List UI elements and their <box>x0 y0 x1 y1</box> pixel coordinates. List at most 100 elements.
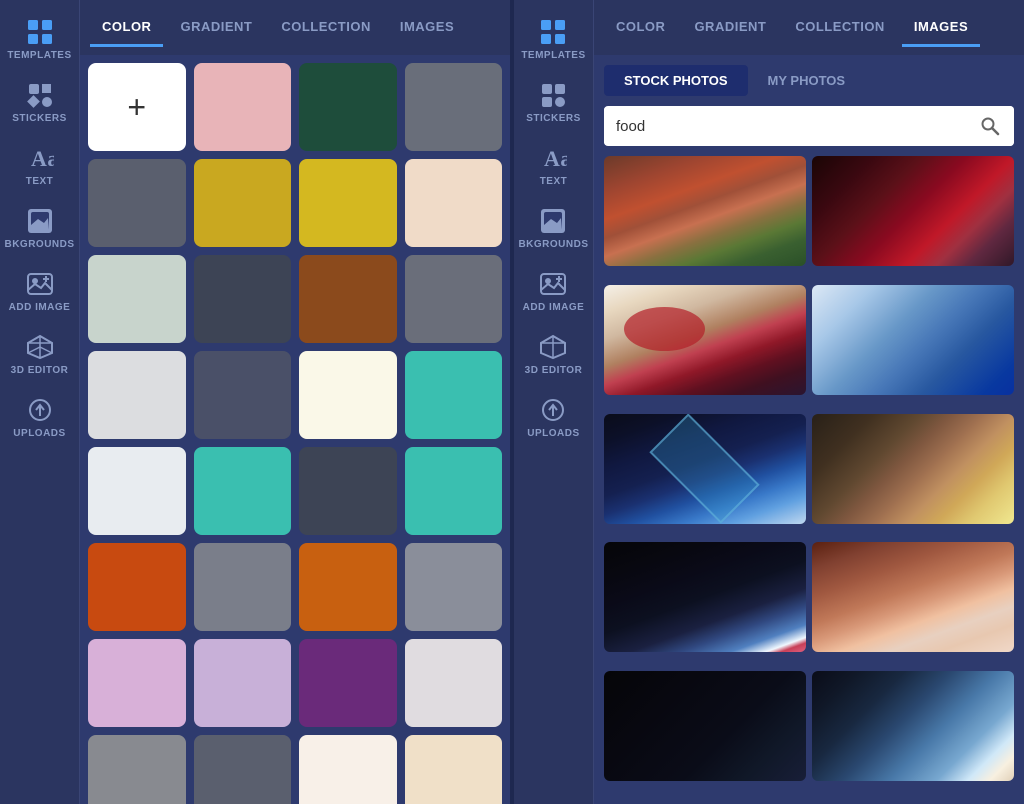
right-sidebar-item-templates[interactable]: TEMPLATES <box>513 8 593 71</box>
photo-card[interactable] <box>604 542 806 652</box>
right-sidebar: TEMPLATES STICKERS Aa TEXT <box>514 0 594 804</box>
left-top-nav: COLOR GRADIENT COLLECTION IMAGES <box>80 0 510 55</box>
color-swatch[interactable] <box>88 543 186 631</box>
color-swatch[interactable] <box>194 639 292 727</box>
left-tab-collection[interactable]: COLLECTION <box>269 9 383 47</box>
right-3d-editor-icon <box>539 333 567 361</box>
color-swatch[interactable] <box>299 447 397 535</box>
right-sidebar-item-backgrounds[interactable]: BKGROUNDS <box>513 197 593 260</box>
right-sidebar-stickers-label: STICKERS <box>526 113 581 124</box>
color-swatch[interactable] <box>194 63 292 151</box>
sidebar-item-templates[interactable]: TEMPLATES <box>0 8 80 71</box>
left-tab-images[interactable]: IMAGES <box>388 9 466 47</box>
photo-card[interactable] <box>812 156 1014 266</box>
color-swatch[interactable] <box>299 255 397 343</box>
right-main-content: COLOR GRADIENT COLLECTION IMAGES STOCK P… <box>594 0 1024 804</box>
right-tab-gradient[interactable]: GRADIENT <box>682 9 778 47</box>
photo-card[interactable] <box>604 285 806 395</box>
right-sidebar-item-3d-editor[interactable]: 3D EDITOR <box>513 323 593 386</box>
color-swatch[interactable] <box>405 255 503 343</box>
color-swatch[interactable] <box>194 351 292 439</box>
right-sidebar-item-stickers[interactable]: STICKERS <box>513 71 593 134</box>
photo-card[interactable] <box>604 414 806 524</box>
right-sidebar-item-text[interactable]: Aa TEXT <box>513 134 593 197</box>
right-sidebar-backgrounds-label: BKGROUNDS <box>518 239 588 250</box>
sidebar-item-3d-editor[interactable]: 3D EDITOR <box>0 323 80 386</box>
text-icon: Aa <box>26 144 54 172</box>
color-swatch[interactable] <box>88 255 186 343</box>
right-tab-images[interactable]: IMAGES <box>902 9 980 47</box>
photo-card[interactable] <box>812 285 1014 395</box>
templates-icon <box>26 18 54 46</box>
color-swatch[interactable] <box>405 159 503 247</box>
sidebar-item-backgrounds[interactable]: BKGROUNDS <box>0 197 80 260</box>
photo-tabs: STOCK PHOTOS MY PHOTOS <box>594 55 1024 96</box>
left-tab-color[interactable]: COLOR <box>90 9 163 47</box>
color-swatch[interactable] <box>88 447 186 535</box>
sidebar-item-stickers[interactable]: STICKERS <box>0 71 80 134</box>
color-swatch[interactable] <box>299 543 397 631</box>
sidebar-item-uploads[interactable]: UPLOADS <box>0 386 80 449</box>
color-swatch[interactable] <box>88 735 186 804</box>
backgrounds-icon <box>26 207 54 235</box>
color-grid: + <box>88 63 502 804</box>
add-color-swatch[interactable]: + <box>88 63 186 151</box>
color-swatch[interactable] <box>194 255 292 343</box>
color-swatch[interactable] <box>299 159 397 247</box>
sidebar-item-add-image[interactable]: ADD IMAGE <box>0 260 80 323</box>
left-sidebar: TEMPLATES STICKERS Aa TEXT <box>0 0 80 804</box>
color-grid-container: + <box>80 55 510 804</box>
right-tab-color[interactable]: COLOR <box>604 9 677 47</box>
color-swatch[interactable] <box>88 639 186 727</box>
right-templates-icon <box>539 18 567 46</box>
color-swatch[interactable] <box>405 351 503 439</box>
left-panel: TEMPLATES STICKERS Aa TEXT <box>0 0 510 804</box>
right-text-icon: Aa <box>539 144 567 172</box>
right-panel: TEMPLATES STICKERS Aa TEXT <box>514 0 1024 804</box>
sidebar-item-text-label: TEXT <box>26 176 54 187</box>
color-swatch[interactable] <box>299 351 397 439</box>
stickers-icon <box>26 81 54 109</box>
stock-photos-tab[interactable]: STOCK PHOTOS <box>604 65 748 96</box>
color-swatch[interactable] <box>88 351 186 439</box>
search-button[interactable] <box>966 106 1014 146</box>
photo-card[interactable] <box>812 542 1014 652</box>
right-sidebar-add-image-label: ADD IMAGE <box>523 302 585 313</box>
photo-card[interactable] <box>604 671 806 781</box>
search-input[interactable] <box>604 108 966 145</box>
photo-card[interactable] <box>812 414 1014 524</box>
uploads-icon <box>26 396 54 424</box>
color-swatch[interactable] <box>405 447 503 535</box>
sidebar-item-templates-label: TEMPLATES <box>7 50 71 61</box>
photo-grid <box>594 156 1024 804</box>
left-main-content: COLOR GRADIENT COLLECTION IMAGES + <box>80 0 510 804</box>
color-swatch[interactable] <box>299 735 397 804</box>
photo-card[interactable] <box>604 156 806 266</box>
sidebar-item-uploads-label: UPLOADS <box>13 428 65 439</box>
svg-text:Aa: Aa <box>544 146 567 171</box>
right-sidebar-item-uploads[interactable]: UPLOADS <box>513 386 593 449</box>
right-add-image-icon <box>539 270 567 298</box>
photo-card[interactable] <box>812 671 1014 781</box>
right-tab-collection[interactable]: COLLECTION <box>783 9 897 47</box>
my-photos-tab[interactable]: MY PHOTOS <box>748 65 866 96</box>
color-swatch[interactable] <box>194 543 292 631</box>
right-sidebar-templates-label: TEMPLATES <box>521 50 585 61</box>
sidebar-item-text[interactable]: Aa TEXT <box>0 134 80 197</box>
color-swatch[interactable] <box>194 447 292 535</box>
color-swatch[interactable] <box>299 63 397 151</box>
color-swatch[interactable] <box>194 159 292 247</box>
color-swatch[interactable] <box>405 543 503 631</box>
left-tab-gradient[interactable]: GRADIENT <box>168 9 264 47</box>
color-swatch[interactable] <box>194 735 292 804</box>
right-sidebar-item-add-image[interactable]: ADD IMAGE <box>513 260 593 323</box>
color-swatch[interactable] <box>88 159 186 247</box>
color-swatch[interactable] <box>405 735 503 804</box>
sidebar-item-backgrounds-label: BKGROUNDS <box>4 239 74 250</box>
right-uploads-icon <box>539 396 567 424</box>
color-swatch[interactable] <box>405 63 503 151</box>
search-bar <box>604 106 1014 146</box>
color-swatch[interactable] <box>405 639 503 727</box>
3d-editor-icon <box>26 333 54 361</box>
color-swatch[interactable] <box>299 639 397 727</box>
